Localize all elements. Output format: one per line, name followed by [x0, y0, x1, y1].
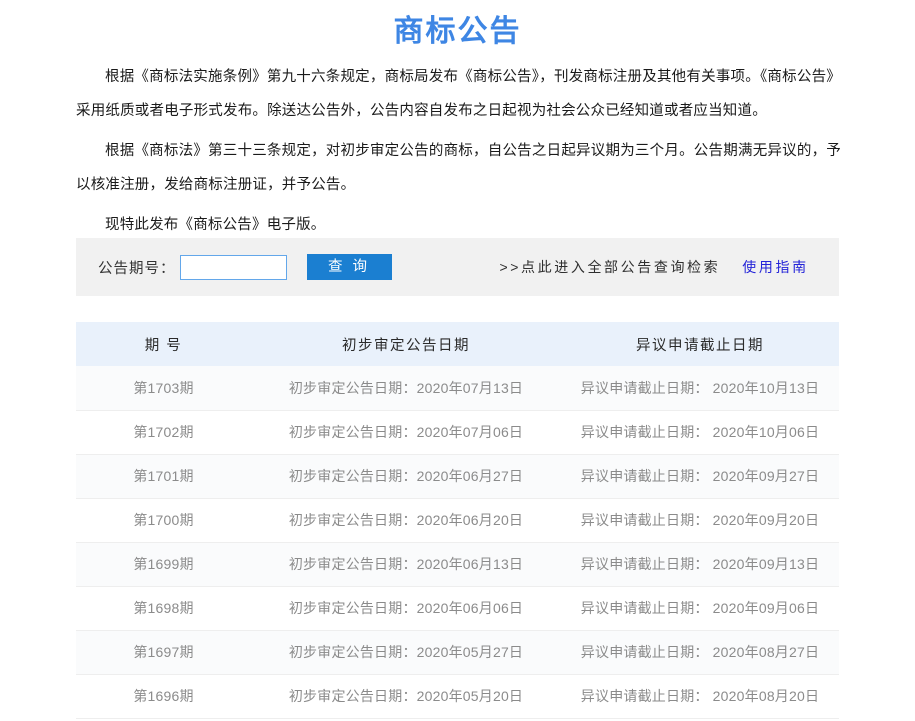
table-header-row: 期 号 初步审定公告日期 异议申请截止日期	[76, 322, 839, 366]
cell-opposition-deadline: 异议申请截止日期： 2020年08月27日	[561, 630, 839, 675]
cell-issue[interactable]: 第1697期	[76, 630, 251, 675]
table-row[interactable]: 第1703期 初步审定公告日期：2020年07月13日 异议申请截止日期： 2020…	[76, 366, 839, 411]
search-button[interactable]: 查 询	[306, 254, 392, 280]
cell-publish-date: 初步审定公告日期：2020年06月20日	[251, 498, 561, 543]
search-controls: 公告期号： 查 询	[76, 254, 392, 280]
column-header-publish-date: 初步审定公告日期	[251, 322, 561, 366]
user-guide-link[interactable]: 使用指南	[742, 257, 808, 277]
intro-paragraph-1: 根据《商标法实施条例》第九十六条规定，商标局发布《商标公告》，刊发商标注册及其他…	[76, 69, 841, 120]
table-header: 期 号 初步审定公告日期 异议申请截止日期	[76, 322, 839, 366]
cell-issue[interactable]: 第1696期	[76, 674, 251, 719]
table-body: 第1703期 初步审定公告日期：2020年07月13日 异议申请截止日期： 2020…	[76, 366, 839, 719]
cell-issue[interactable]: 第1702期	[76, 410, 251, 455]
table-row[interactable]: 第1701期 初步审定公告日期：2020年06月27日 异议申请截止日期： 2020…	[76, 454, 839, 499]
cell-opposition-deadline: 异议申请截止日期： 2020年10月06日	[561, 410, 839, 455]
intro-section: 根据《商标法实施条例》第九十六条规定，商标局发布《商标公告》，刊发商标注册及其他…	[0, 60, 915, 242]
page-title: 商标公告	[393, 15, 522, 48]
cell-publish-date: 初步审定公告日期：2020年06月27日	[251, 454, 561, 499]
column-header-issue: 期 号	[76, 322, 251, 366]
cell-issue[interactable]: 第1699期	[76, 542, 251, 587]
cell-publish-date: 初步审定公告日期：2020年07月06日	[251, 410, 561, 455]
cell-publish-date: 初步审定公告日期：2020年05月27日	[251, 630, 561, 675]
search-panel: 公告期号： 查 询 >>点此进入全部公告查询检索 使用指南	[76, 238, 839, 296]
cell-publish-date: 初步审定公告日期：2020年05月20日	[251, 674, 561, 719]
table-row[interactable]: 第1700期 初步审定公告日期：2020年06月20日 异议申请截止日期： 2020…	[76, 498, 839, 543]
cell-publish-date: 初步审定公告日期：2020年06月06日	[251, 586, 561, 631]
table-row[interactable]: 第1696期 初步审定公告日期：2020年05月20日 异议申请截止日期： 2020…	[76, 674, 839, 719]
search-input[interactable]	[179, 254, 287, 280]
cell-issue[interactable]: 第1701期	[76, 454, 251, 499]
cell-issue[interactable]: 第1698期	[76, 586, 251, 631]
cell-publish-date: 初步审定公告日期：2020年07月13日	[251, 366, 561, 411]
search-links: >>点此进入全部公告查询检索 使用指南	[500, 257, 809, 277]
cell-opposition-deadline: 异议申请截止日期： 2020年08月20日	[561, 674, 839, 719]
cell-issue[interactable]: 第1700期	[76, 498, 251, 543]
table-row[interactable]: 第1699期 初步审定公告日期：2020年06月13日 异议申请截止日期： 2020…	[76, 542, 839, 587]
cell-opposition-deadline: 异议申请截止日期： 2020年09月13日	[561, 542, 839, 587]
cell-publish-date: 初步审定公告日期：2020年06月13日	[251, 542, 561, 587]
search-label: 公告期号：	[98, 260, 176, 277]
all-bulletin-search-link[interactable]: >>点此进入全部公告查询检索	[500, 257, 721, 277]
bulletin-table: 期 号 初步审定公告日期 异议申请截止日期 第1703期 初步审定公告日期：202…	[76, 322, 839, 719]
cell-issue[interactable]: 第1703期	[76, 366, 251, 411]
bulletin-page: 商标公告 根据《商标法实施条例》第九十六条规定，商标局发布《商标公告》，刊发商标…	[0, 0, 915, 721]
intro-paragraph-2: 根据《商标法》第三十三条规定，对初步审定公告的商标，自公告之日起异议期为三个月。…	[76, 143, 841, 194]
table-row[interactable]: 第1697期 初步审定公告日期：2020年05月27日 异议申请截止日期： 2020…	[76, 630, 839, 675]
table-row[interactable]: 第1698期 初步审定公告日期：2020年06月06日 异议申请截止日期： 2020…	[76, 586, 839, 631]
cell-opposition-deadline: 异议申请截止日期： 2020年09月06日	[561, 586, 839, 631]
cell-opposition-deadline: 异议申请截止日期： 2020年10月13日	[561, 366, 839, 411]
cell-opposition-deadline: 异议申请截止日期： 2020年09月27日	[561, 454, 839, 499]
column-header-opposition-deadline: 异议申请截止日期	[561, 322, 839, 366]
cell-opposition-deadline: 异议申请截止日期： 2020年09月20日	[561, 498, 839, 543]
table-row[interactable]: 第1702期 初步审定公告日期：2020年07月06日 异议申请截止日期： 2020…	[76, 410, 839, 455]
